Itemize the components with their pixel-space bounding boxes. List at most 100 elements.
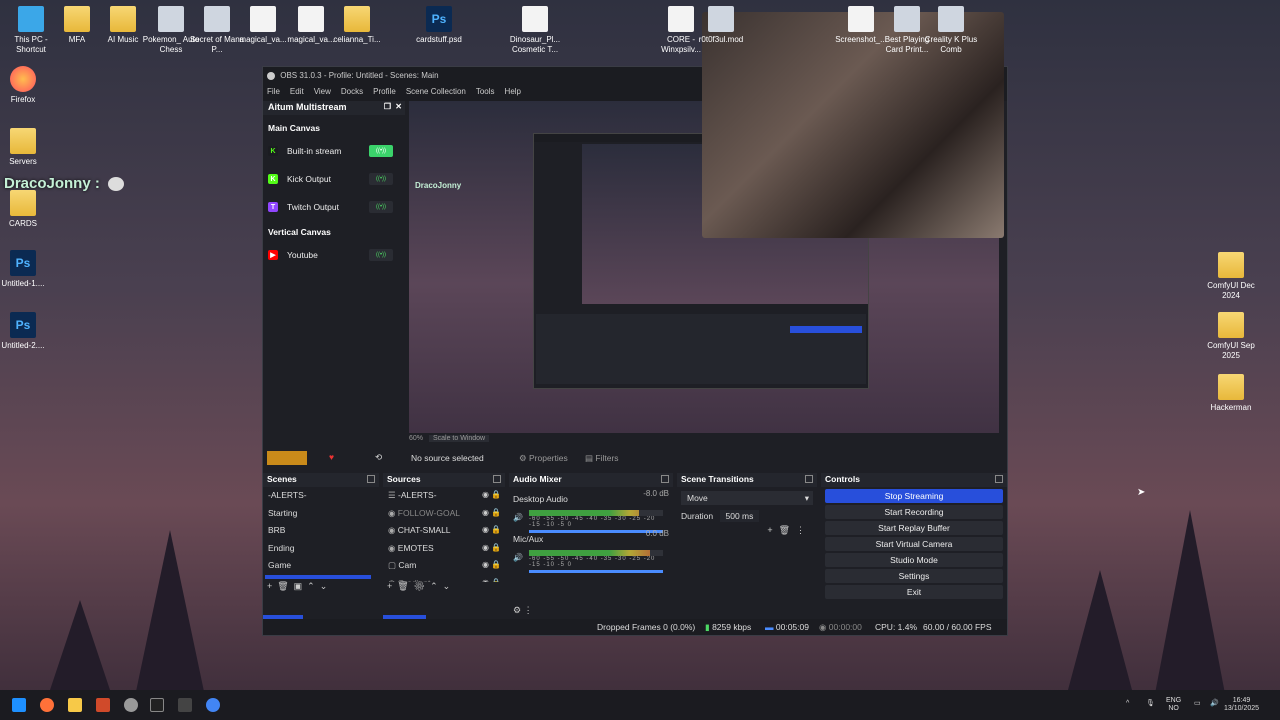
source-item[interactable]: ◉ EMOTES ◉ 🔒 <box>383 540 505 558</box>
lock-icon[interactable]: 🔒 <box>491 543 501 552</box>
audio-settings-icon[interactable]: ⚙ ⋮ <box>513 605 533 616</box>
source-item[interactable]: ◉ FOLLOW-GOAL ◉ 🔒 <box>383 505 505 523</box>
desktop-icon[interactable]: Ps Untitled-2.... <box>0 312 54 351</box>
start-virtual-camera-button[interactable]: Start Virtual Camera <box>825 537 1003 551</box>
filters-button[interactable]: ▤ Filters <box>585 453 619 464</box>
desktop-icon[interactable]: CARDS <box>0 190 54 229</box>
source-label: EMOTES <box>397 542 434 553</box>
transition-actions[interactable]: +🗑⋮ <box>767 525 811 536</box>
lock-icon[interactable]: 🔒 <box>491 490 501 499</box>
desktop-icon[interactable]: Servers <box>0 128 54 167</box>
ps-icon: Ps <box>10 250 36 276</box>
properties-button[interactable]: ⚙ Properties <box>519 453 568 464</box>
output-toggle[interactable]: ((•)) <box>369 201 393 213</box>
meter-empty <box>649 550 663 556</box>
scene-item[interactable]: Ending <box>263 540 379 558</box>
audio-channel: Desktop Audio -8.0 dB -60 -55 -50 -45 -40 … <box>509 487 673 533</box>
start-replay-buffer-button[interactable]: Start Replay Buffer <box>825 521 1003 535</box>
start-recording-button[interactable]: Start Recording <box>825 505 1003 519</box>
controls-title: Controls <box>825 474 860 484</box>
desktop-icon[interactable]: ComfyUI Sep 2025 <box>1200 312 1262 361</box>
firefox-icon[interactable] <box>40 698 54 712</box>
lock-icon[interactable]: 🔒 <box>491 525 501 534</box>
eye-icon[interactable]: ◉ <box>482 578 489 583</box>
emote-icon <box>108 177 125 192</box>
eye-icon[interactable]: ◉ <box>482 508 489 517</box>
lock-icon[interactable]: 🔒 <box>491 508 501 517</box>
source-item[interactable]: ☰ -ALERTS- ◉ 🔒 <box>383 487 505 505</box>
exit-button[interactable]: Exit <box>825 585 1003 599</box>
scene-item[interactable]: -ALERTS- <box>263 487 379 505</box>
menu-profile[interactable]: Profile <box>373 87 396 99</box>
eye-icon[interactable]: ◉ <box>482 490 489 499</box>
source-label: FOLLOW-GOAL <box>397 507 460 518</box>
settings-button[interactable]: Settings <box>825 569 1003 583</box>
terminal-icon[interactable] <box>150 698 164 712</box>
explorer-icon[interactable] <box>68 698 82 712</box>
output-toggle[interactable]: ((•)) <box>369 173 393 185</box>
obs-taskbar-icon[interactable] <box>124 698 138 712</box>
app-icon[interactable] <box>178 698 192 712</box>
lock-icon[interactable]: 🔒 <box>491 560 501 569</box>
vlc-icon[interactable] <box>96 698 110 712</box>
volume-slider[interactable] <box>529 570 663 573</box>
lock-icon[interactable]: 🔒 <box>491 578 501 583</box>
eye-icon[interactable]: ◉ <box>482 525 489 534</box>
menu-docks[interactable]: Docks <box>341 87 363 99</box>
desktop-icon[interactable]: Dinosaur_Pl... Cosmetic T... <box>504 6 566 55</box>
eye-icon[interactable]: ◉ <box>482 560 489 569</box>
desktop-icon[interactable]: Creality K Plus Comb <box>920 6 982 55</box>
source-actions[interactable]: +🗑⚙⌃⌄ <box>387 581 455 592</box>
popout-icon[interactable] <box>661 475 669 483</box>
scene-item[interactable]: Starting <box>263 505 379 523</box>
clock[interactable]: 16:49 13/10/2025 <box>1224 697 1259 713</box>
start-icon[interactable] <box>12 698 26 712</box>
chrome-icon[interactable] <box>206 698 220 712</box>
transition-select[interactable]: Move ▾ <box>681 491 813 505</box>
menu-view[interactable]: View <box>314 87 331 99</box>
menu-help[interactable]: Help <box>505 87 521 99</box>
scene-actions[interactable]: +🗑▣⌃⌄ <box>267 581 332 592</box>
color-swatch[interactable] <box>267 451 307 465</box>
popout-icon[interactable] <box>995 475 1003 483</box>
scale-mode-select[interactable]: Scale to Window <box>428 435 490 442</box>
source-item[interactable]: ▢ Cam ◉ 🔒 <box>383 557 505 575</box>
speaker-icon[interactable]: 🔊 <box>513 553 523 562</box>
eye-icon[interactable]: ◉ <box>482 543 489 552</box>
chevron-up-icon[interactable]: ^ <box>1126 700 1129 708</box>
desktop-icon[interactable]: Hackerman <box>1200 374 1262 413</box>
refresh-icon[interactable]: ⟲ <box>375 452 382 463</box>
float-icon[interactable]: ❐ <box>384 102 391 111</box>
duration-input[interactable]: 500 ms <box>719 510 760 522</box>
source-item[interactable]: ◉ CHAT-SMALL ◉ 🔒 <box>383 522 505 540</box>
output-toggle[interactable]: ((•)) <box>369 249 393 261</box>
volume-icon[interactable]: 🔊 <box>1210 700 1219 708</box>
mic-icon[interactable]: 🎙 <box>1146 700 1155 708</box>
close-icon[interactable]: ✕ <box>395 102 402 111</box>
desktop-icon[interactable]: Ps cardstuff.psd <box>408 6 470 45</box>
menu-scene-collection[interactable]: Scene Collection <box>406 87 466 99</box>
scene-item[interactable]: BRB <box>263 522 379 540</box>
desktop-icon[interactable]: ComfyUI Dec 2024 <box>1200 252 1262 301</box>
ps-icon: Ps <box>10 312 36 338</box>
desktop-icon-label: Dinosaur_Pl... Cosmetic T... <box>509 35 561 54</box>
popout-icon[interactable] <box>805 475 813 483</box>
volume-meter <box>529 550 663 556</box>
scene-label: Game <box>268 560 292 570</box>
language-indicator[interactable]: ENG NO <box>1166 697 1181 713</box>
popout-icon[interactable] <box>367 475 375 483</box>
output-toggle[interactable]: ((•)) <box>369 145 393 157</box>
network-icon[interactable]: ▭ <box>1194 700 1201 708</box>
desktop-icon[interactable]: celianna_Ti... <box>326 6 388 45</box>
speaker-icon[interactable]: 🔊 <box>513 513 523 522</box>
menu-edit[interactable]: Edit <box>290 87 304 99</box>
studio-mode-button[interactable]: Studio Mode <box>825 553 1003 567</box>
desktop-icon[interactable]: Ps Untitled-1.... <box>0 250 54 289</box>
desktop-icon[interactable]: Firefox <box>0 66 54 105</box>
desktop-icon[interactable]: r0t0f3ul.mod <box>690 6 752 45</box>
menu-tools[interactable]: Tools <box>476 87 495 99</box>
menu-file[interactable]: File <box>267 87 280 99</box>
stop-streaming-button[interactable]: Stop Streaming <box>825 489 1003 503</box>
popout-icon[interactable] <box>493 475 501 483</box>
scene-item[interactable]: Game <box>263 557 379 575</box>
